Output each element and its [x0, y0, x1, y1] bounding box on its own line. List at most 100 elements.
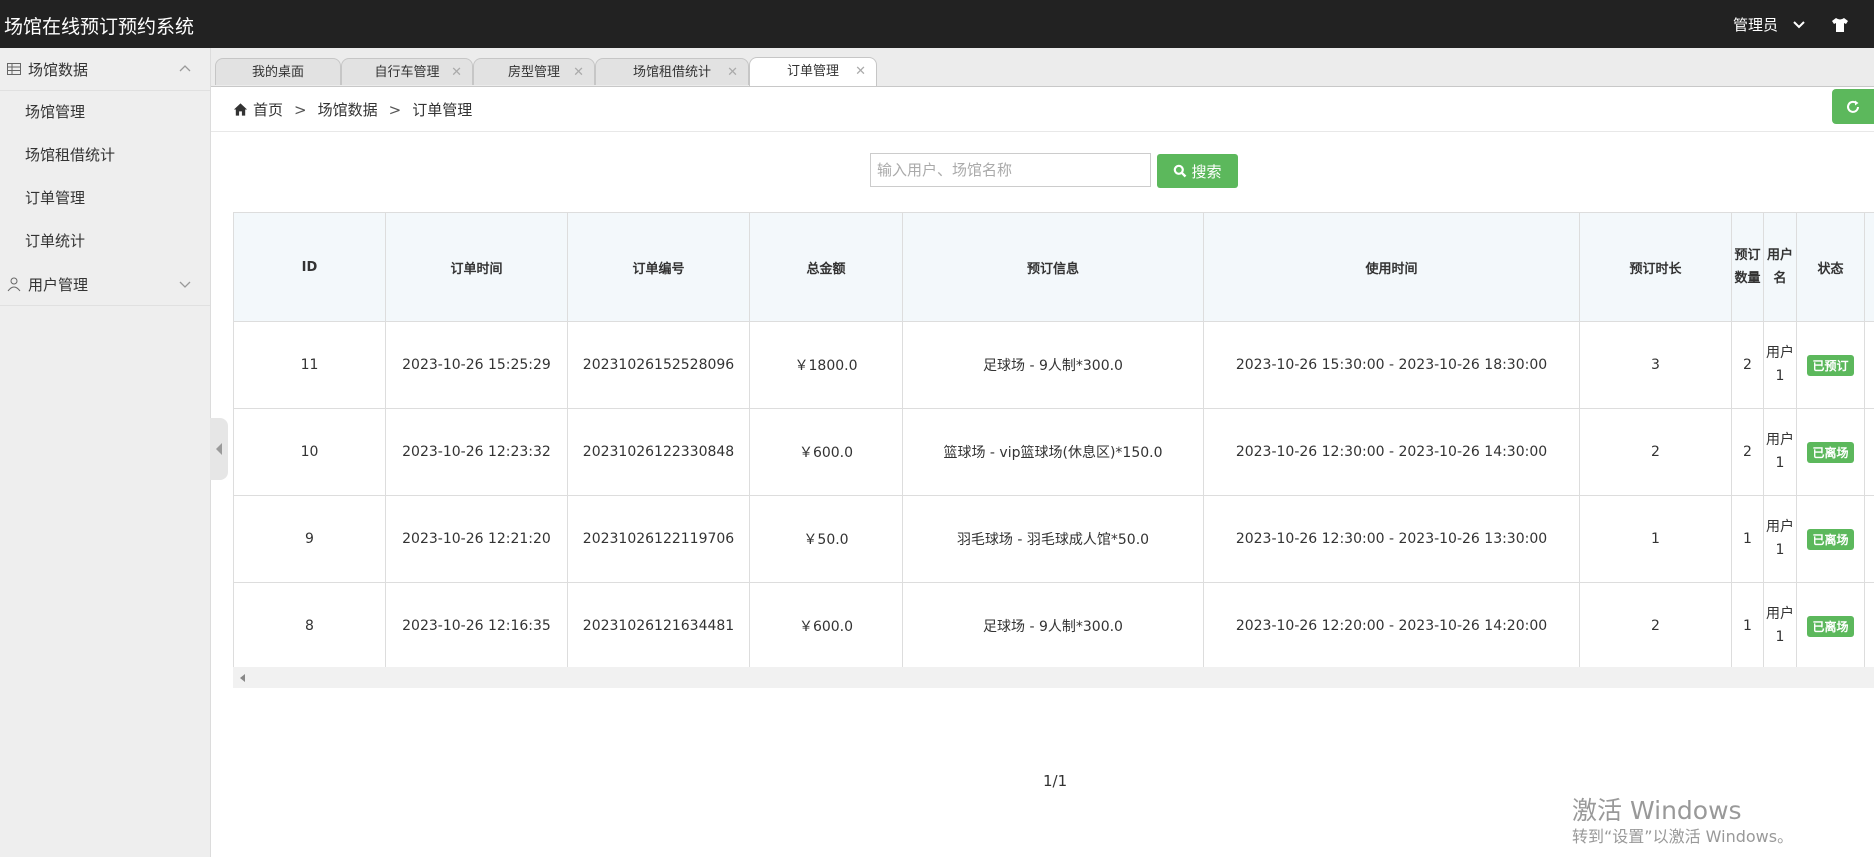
chevron-down-icon[interactable] [178, 277, 192, 291]
table-row[interactable]: 10 2023-10-26 12:23:32 20231026122330848… [233, 408, 1874, 496]
cell-order-time: 2023-10-26 12:21:20 [385, 495, 568, 583]
cell-order-number: 20231026121634481 [567, 582, 750, 667]
user-name: 管理员 [1732, 16, 1778, 34]
pagination-indicator: 1/1 [1043, 772, 1068, 790]
top-header: 场馆在线预订预约系统 管理员 [0, 0, 1874, 48]
tab-bike-management[interactable]: 自行车管理 ✕ [341, 58, 473, 85]
cell-booking-info: 篮球场 - vip篮球场(休息区)*150.0 [902, 408, 1204, 496]
close-icon[interactable]: ✕ [727, 59, 738, 86]
cell-order-number: 20231026122330848 [567, 408, 750, 496]
refresh-icon [1847, 100, 1859, 113]
cell-booking-quantity: 1 [1731, 582, 1764, 667]
cell-usage-time: 2023-10-26 12:20:00 - 2023-10-26 14:20:0… [1203, 582, 1580, 667]
sidebar-item-venue-management[interactable]: 场馆管理 [0, 91, 210, 134]
orders-table-container[interactable]: ID 订单时间 订单编号 总金额 预订信息 使用时间 预订时长 预订数量 用户名… [233, 212, 1874, 667]
search-input[interactable] [870, 153, 1151, 187]
breadcrumb-separator: > [388, 100, 402, 119]
user-icon [6, 276, 22, 292]
column-header-overflow [1864, 212, 1874, 322]
cell-booking-duration: 3 [1579, 321, 1732, 409]
sidebar-item-venue-rental-stats[interactable]: 场馆租借统计 [0, 134, 210, 177]
cell-order-time: 2023-10-26 12:16:35 [385, 582, 568, 667]
status-badge: 已离场 [1807, 615, 1854, 637]
scroll-left-arrow-icon[interactable] [239, 673, 247, 683]
column-header: 订单编号 [567, 212, 750, 322]
sidebar-group-label: 用户管理 [28, 275, 89, 294]
cell-order-time: 2023-10-26 12:23:32 [385, 408, 568, 496]
app-title: 场馆在线预订预约系统 [4, 16, 195, 38]
tab-label: 订单管理 [786, 64, 839, 79]
breadcrumb-home[interactable]: 首页 [253, 99, 283, 120]
column-header: 总金额 [749, 212, 903, 322]
breadcrumb: 首页 > 场馆数据 > 订单管理 [233, 99, 472, 120]
cell-overflow [1864, 495, 1874, 583]
column-header: 使用时间 [1203, 212, 1580, 322]
status-badge: 已预订 [1807, 354, 1854, 376]
cell-booking-info: 足球场 - 9人制*300.0 [902, 582, 1204, 667]
table-row[interactable]: 8 2023-10-26 12:16:35 20231026121634481 … [233, 582, 1874, 667]
close-icon[interactable]: ✕ [855, 58, 866, 85]
chevron-down-icon[interactable] [1790, 16, 1808, 34]
status-badge: 已离场 [1807, 528, 1854, 550]
sidebar-group-venue-data[interactable]: 场馆数据 [0, 48, 210, 91]
search-button[interactable]: 搜索 [1157, 154, 1238, 188]
horizontal-scrollbar[interactable] [233, 667, 1874, 688]
tab-room-type-management[interactable]: 房型管理 ✕ [473, 58, 595, 85]
cell-id: 11 [233, 321, 386, 409]
caret-left-icon [216, 443, 222, 455]
cell-total-amount: ￥600.0 [749, 408, 903, 496]
close-icon[interactable]: ✕ [573, 59, 584, 86]
cell-booking-info: 足球场 - 9人制*300.0 [902, 321, 1204, 409]
cell-order-number: 20231026122119706 [567, 495, 750, 583]
breadcrumb-separator: > [294, 100, 307, 119]
sidebar-item-order-stats[interactable]: 订单统计 [0, 220, 210, 263]
cell-booking-quantity: 1 [1731, 495, 1764, 583]
user-menu[interactable]: 管理员 [1733, 14, 1850, 35]
cell-overflow [1864, 582, 1874, 667]
cell-username: 用户1 [1763, 582, 1797, 667]
cell-username: 用户1 [1763, 408, 1797, 496]
sidebar-item-order-management[interactable]: 订单管理 [0, 177, 210, 220]
cell-booking-quantity: 2 [1731, 408, 1764, 496]
cell-username: 用户1 [1763, 321, 1797, 409]
cell-status: 已预订 [1796, 321, 1865, 409]
tab-label: 房型管理 [507, 65, 560, 80]
cell-total-amount: ￥1800.0 [749, 321, 903, 409]
search-icon [1174, 164, 1187, 178]
tab-venue-rental-stats[interactable]: 场馆租借统计 ✕ [595, 58, 749, 85]
cell-usage-time: 2023-10-26 12:30:00 - 2023-10-26 14:30:0… [1203, 408, 1580, 496]
sidebar-collapse-handle[interactable] [210, 418, 228, 480]
cell-booking-info: 羽毛球场 - 羽毛球成人馆*50.0 [902, 495, 1204, 583]
tab-order-management[interactable]: 订单管理 ✕ [749, 57, 877, 86]
cell-overflow [1864, 408, 1874, 496]
breadcrumb-bar: 首页 > 场馆数据 > 订单管理 [211, 87, 1874, 132]
column-header: 订单时间 [385, 212, 568, 322]
close-icon[interactable]: ✕ [451, 59, 462, 86]
cell-status: 已离场 [1796, 408, 1865, 496]
chevron-up-icon[interactable] [178, 62, 192, 76]
column-header: 预订信息 [902, 212, 1204, 322]
watermark-line2: 转到“设置”以激活 Windows。 [1572, 827, 1794, 846]
cell-order-number: 20231026152528096 [567, 321, 750, 409]
table-row[interactable]: 11 2023-10-26 15:25:29 20231026152528096… [233, 321, 1874, 409]
tab-my-desktop[interactable]: 我的桌面 [215, 58, 341, 85]
breadcrumb-venue-data[interactable]: 场馆数据 [318, 99, 378, 120]
cell-usage-time: 2023-10-26 12:30:00 - 2023-10-26 13:30:0… [1203, 495, 1580, 583]
shirt-icon[interactable] [1830, 15, 1850, 35]
cell-total-amount: ￥600.0 [749, 582, 903, 667]
orders-table: ID 订单时间 订单编号 总金额 预订信息 使用时间 预订时长 预订数量 用户名… [233, 212, 1874, 667]
sidebar-group-user-management[interactable]: 用户管理 [0, 263, 210, 306]
cell-usage-time: 2023-10-26 15:30:00 - 2023-10-26 18:30:0… [1203, 321, 1580, 409]
cell-status: 已离场 [1796, 495, 1865, 583]
cell-status: 已离场 [1796, 582, 1865, 667]
refresh-button[interactable] [1832, 89, 1874, 124]
column-header: 状态 [1796, 212, 1865, 322]
table-header-row: ID 订单时间 订单编号 总金额 预订信息 使用时间 预订时长 预订数量 用户名… [233, 212, 1874, 322]
cell-booking-duration: 2 [1579, 582, 1732, 667]
column-header: 用户名 [1763, 212, 1797, 322]
tab-bar: 我的桌面 自行车管理 ✕ 房型管理 ✕ 场馆租借统计 ✕ 订单管理 ✕ [211, 48, 1874, 87]
table-row[interactable]: 9 2023-10-26 12:21:20 20231026122119706 … [233, 495, 1874, 583]
home-icon [233, 103, 248, 116]
column-header: 预订数量 [1731, 212, 1764, 322]
cell-overflow [1864, 321, 1874, 409]
